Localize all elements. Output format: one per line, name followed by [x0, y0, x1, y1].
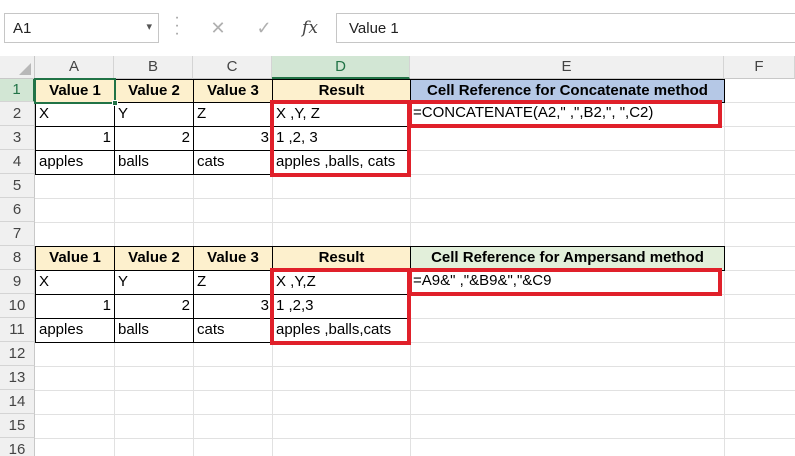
table-cell[interactable]: Y — [114, 270, 194, 295]
table-cell[interactable]: apples — [35, 150, 115, 175]
formula-bar: A1 ▾ · · · ✕ ✓ fx Value 1 — [0, 0, 795, 56]
gridline — [35, 366, 795, 367]
row-header-3[interactable]: 3 — [0, 126, 35, 150]
row-header-9[interactable]: 9 — [0, 270, 35, 294]
formula-tools: ✕ ✓ fx — [197, 13, 333, 43]
column-header-b[interactable]: B — [114, 56, 193, 79]
select-all-button[interactable] — [0, 56, 35, 79]
row-header-15[interactable]: 15 — [0, 414, 35, 438]
formula-highlight-box-2 — [408, 268, 722, 296]
cancel-icon[interactable]: ✕ — [203, 15, 233, 41]
enter-icon[interactable]: ✓ — [249, 15, 279, 41]
formula-highlight-box-1 — [408, 100, 722, 128]
column-header-d[interactable]: D — [272, 56, 410, 79]
table-cell[interactable]: 2 — [114, 126, 194, 151]
table-cell[interactable]: X — [35, 102, 115, 127]
row-header-1[interactable]: 1 — [0, 79, 35, 102]
table2-header-value2[interactable]: Value 2 — [114, 246, 194, 271]
gridline — [35, 414, 795, 415]
column-header-e[interactable]: E — [410, 56, 724, 79]
table-cell[interactable]: balls — [114, 318, 194, 343]
name-box-value: A1 — [13, 20, 32, 37]
gridline — [35, 438, 795, 439]
table1-header-value2[interactable]: Value 2 — [114, 79, 194, 103]
row-header-5[interactable]: 5 — [0, 174, 35, 198]
row-header-12[interactable]: 12 — [0, 342, 35, 366]
table1-header-value3[interactable]: Value 3 — [193, 79, 273, 103]
column-header-c[interactable]: C — [193, 56, 272, 79]
table-cell[interactable]: X — [35, 270, 115, 295]
gridline — [35, 390, 795, 391]
formula-input[interactable]: Value 1 — [336, 13, 795, 43]
row-header-4[interactable]: 4 — [0, 150, 35, 174]
formula-input-value: Value 1 — [349, 20, 399, 37]
table-cell[interactable]: 1 — [35, 126, 115, 151]
fill-handle[interactable] — [112, 100, 118, 106]
table2-header-value3[interactable]: Value 3 — [193, 246, 273, 271]
table-cell[interactable]: cats — [193, 318, 273, 343]
row-header-2[interactable]: 2 — [0, 102, 35, 126]
result-highlight-box-1 — [270, 100, 411, 177]
chevron-down-icon[interactable]: ▾ — [146, 20, 152, 33]
row-header-16[interactable]: 16 — [0, 438, 35, 456]
table-cell[interactable]: Z — [193, 270, 273, 295]
result-highlight-box-2 — [270, 268, 411, 345]
column-header-f[interactable]: F — [724, 56, 795, 79]
row-header-13[interactable]: 13 — [0, 366, 35, 390]
gridline — [35, 222, 795, 223]
spreadsheet-grid: A B C D E F 1 2 3 4 5 6 7 8 9 10 11 12 1… — [0, 56, 795, 456]
table-cell[interactable]: 3 — [193, 126, 273, 151]
active-cell-selection — [34, 78, 116, 104]
row-header-11[interactable]: 11 — [0, 318, 35, 342]
table-cell[interactable]: apples — [35, 318, 115, 343]
row-header-7[interactable]: 7 — [0, 222, 35, 246]
column-header-a[interactable]: A — [35, 56, 114, 79]
drag-handle-icon[interactable]: · · · — [174, 10, 180, 42]
table-cell[interactable]: Z — [193, 102, 273, 127]
table-cell[interactable]: 3 — [193, 294, 273, 319]
table-cell[interactable]: 1 — [35, 294, 115, 319]
table-cell[interactable]: cats — [193, 150, 273, 175]
row-header-10[interactable]: 10 — [0, 294, 35, 318]
table2-header-value1[interactable]: Value 1 — [35, 246, 115, 271]
row-header-8[interactable]: 8 — [0, 246, 35, 270]
row-header-6[interactable]: 6 — [0, 198, 35, 222]
table-cell[interactable]: 2 — [114, 294, 194, 319]
select-all-icon — [19, 63, 31, 75]
gridline — [35, 198, 795, 199]
table-cell[interactable]: balls — [114, 150, 194, 175]
insert-function-icon[interactable]: fx — [295, 15, 325, 41]
name-box[interactable]: A1 ▾ — [4, 13, 159, 43]
table-cell[interactable]: Y — [114, 102, 194, 127]
row-header-14[interactable]: 14 — [0, 390, 35, 414]
